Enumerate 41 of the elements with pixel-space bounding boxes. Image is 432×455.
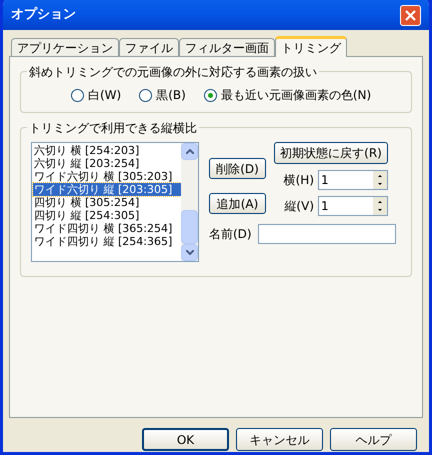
tab[interactable]: フィルター画面: [179, 38, 275, 56]
field-label: 横(H): [284, 172, 314, 189]
radio-button[interactable]: [204, 88, 217, 102]
list-item[interactable]: 四切り 横 [305:254]: [33, 196, 181, 209]
scroll-thumb[interactable]: [181, 210, 198, 244]
radio-label[interactable]: 最も近い元画像画素の色(N): [220, 86, 372, 104]
field-label: 名前(D): [209, 226, 252, 243]
spin-icon[interactable]: [373, 197, 387, 215]
dialog-button[interactable]: キャンセル: [236, 428, 323, 451]
list-item[interactable]: 四切り 縦 [254:305]: [33, 209, 181, 222]
list-item[interactable]: 六切り 縦 [203:254]: [33, 157, 181, 170]
name-field[interactable]: [258, 224, 396, 244]
radio-button[interactable]: [71, 88, 84, 102]
list-item[interactable]: ワイド六切り 縦 [203:305]: [33, 183, 181, 196]
delete-button[interactable]: 削除(D): [209, 158, 266, 179]
group-title: トリミングで利用できる縦横比: [27, 119, 199, 137]
dialog-button[interactable]: ヘルプ: [330, 428, 417, 451]
dialog-button[interactable]: OK: [142, 428, 229, 451]
scrollbar[interactable]: [181, 143, 198, 261]
list-item[interactable]: 六切り 横 [254:203]: [33, 144, 181, 157]
number-field[interactable]: 1: [318, 170, 388, 190]
add-button[interactable]: 追加(A): [209, 193, 266, 214]
scroll-down-icon[interactable]: [181, 244, 198, 261]
close-icon: [405, 10, 416, 20]
radio-label[interactable]: 黒(B): [156, 86, 186, 104]
list-item[interactable]: ワイド六切り 横 [305:203]: [33, 170, 181, 183]
tab[interactable]: アプリケーション: [11, 38, 119, 56]
list-item[interactable]: ワイド四切り 横 [365:254]: [33, 222, 181, 235]
scroll-up-icon[interactable]: [181, 143, 198, 160]
radio-button[interactable]: [139, 88, 152, 102]
number-field[interactable]: 1: [318, 196, 388, 216]
window-title: オプション: [11, 6, 76, 24]
reset-button[interactable]: 初期状態に戻す(R): [274, 142, 388, 164]
group-title: 斜めトリミングでの元画像の外に対応する画素の扱い: [27, 63, 319, 81]
list-item[interactable]: ワイド四切り 縦 [254:365]: [33, 235, 181, 248]
tab[interactable]: ファイル: [119, 38, 179, 56]
field-label: 縦(V): [284, 198, 314, 215]
radio-label[interactable]: 白(W): [88, 86, 122, 104]
tab[interactable]: トリミング: [275, 36, 347, 57]
spin-icon[interactable]: [373, 171, 387, 189]
close-button[interactable]: [400, 4, 421, 26]
